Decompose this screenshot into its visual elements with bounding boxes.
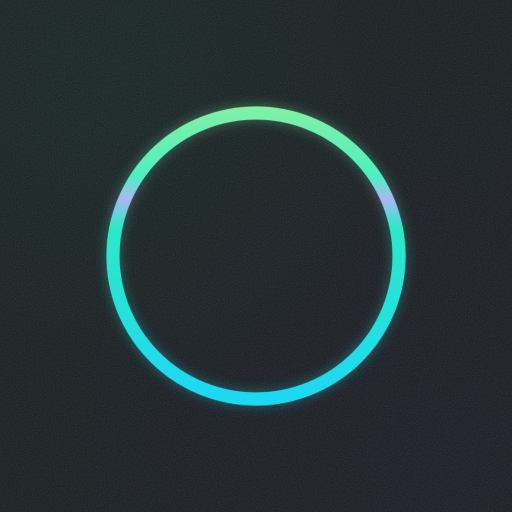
app-canvas bbox=[0, 0, 512, 512]
ring-stroke bbox=[106, 106, 406, 406]
ring-icon[interactable] bbox=[0, 0, 512, 512]
